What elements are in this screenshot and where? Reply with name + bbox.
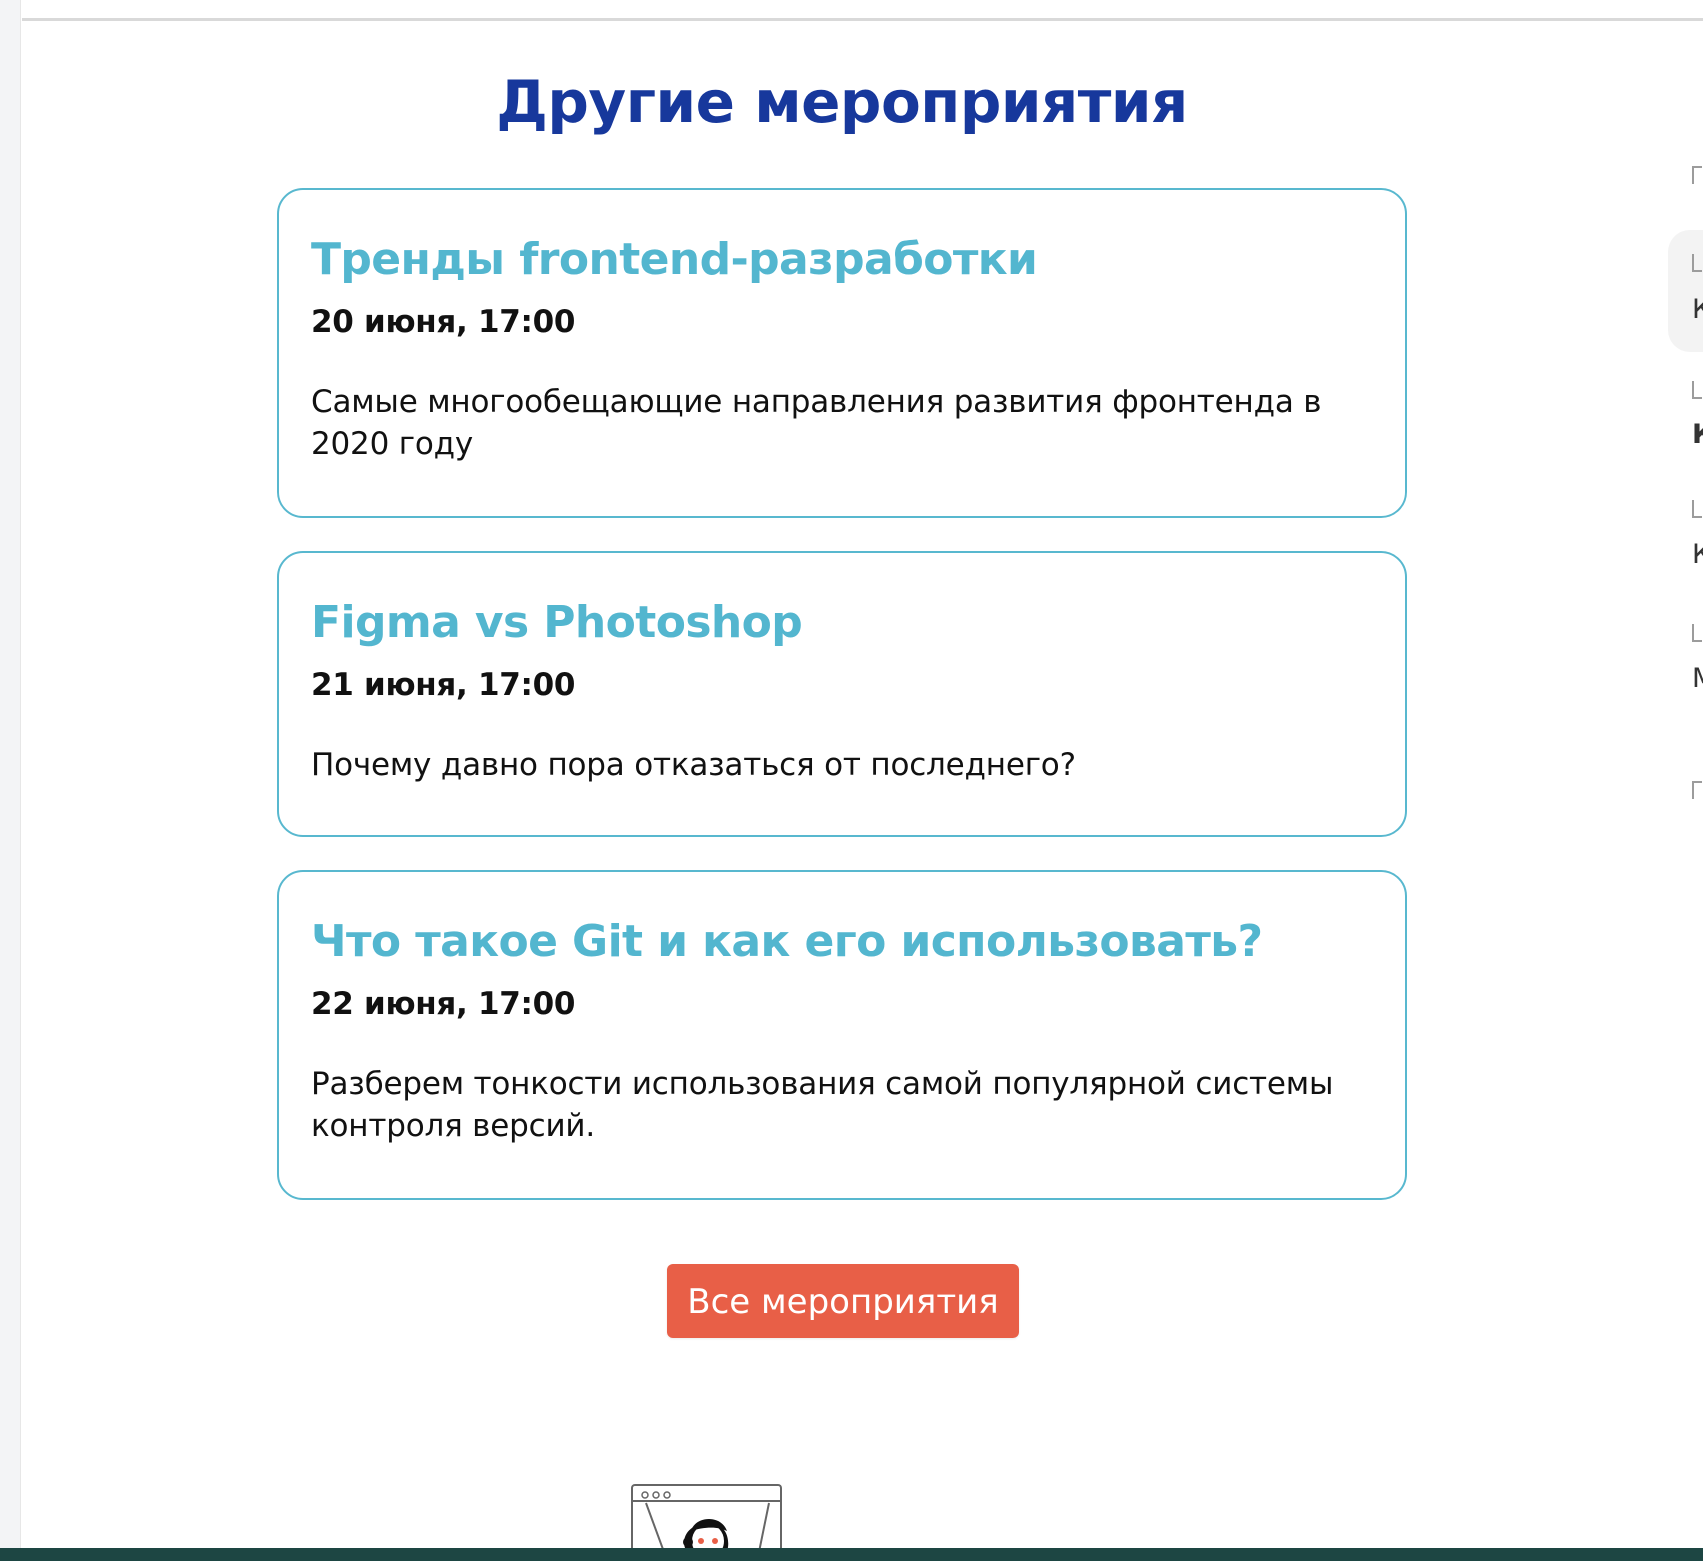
sidebar-active-item[interactable] [1668,230,1703,352]
event-title[interactable]: Что такое Git и как его использовать? [311,916,1373,968]
event-card[interactable]: Тренды frontend-разработки 20 июня, 17:0… [277,188,1407,518]
page-viewport: Другие мероприятия Тренды frontend-разра… [0,0,1703,1561]
sidebar-tree-icon [1692,624,1702,642]
sidebar-item-fragment[interactable]: К [1692,420,1703,450]
footer-bar [0,1548,1703,1561]
sidebar-tree-icon [1692,254,1702,272]
sidebar-item-fragment[interactable]: М [1692,664,1703,694]
event-description: Самые многообещающие направления развити… [311,383,1322,462]
section-title: Другие мероприятия [496,68,1188,136]
event-card[interactable]: Figma vs Photoshop 21 июня, 17:00 Почему… [277,551,1407,837]
event-date: 21 июня, 17:00 [311,666,576,703]
browser-window-illustration [631,1484,782,1550]
all-events-button[interactable]: Все мероприятия [667,1264,1019,1338]
event-date: 22 июня, 17:00 [311,985,576,1022]
sidebar-bracket-icon [1692,166,1702,184]
event-description: Почему давно пора отказаться от последне… [311,746,1076,783]
top-divider [22,18,1703,21]
sidebar-tree-icon [1692,381,1702,399]
event-title[interactable]: Тренды frontend-разработки [311,234,1373,286]
event-card[interactable]: Что такое Git и как его использовать? 22… [277,870,1407,1200]
right-sidebar-partial: К К К М [1668,150,1703,800]
event-description: Разберем тонкости использования самой по… [311,1065,1334,1144]
sidebar-bracket-icon [1692,781,1702,799]
left-page-gutter [0,0,21,1561]
event-title[interactable]: Figma vs Photoshop [311,597,1373,649]
sidebar-tree-icon [1692,500,1702,518]
sidebar-item-fragment[interactable]: К [1692,540,1703,570]
event-date: 20 июня, 17:00 [311,303,576,340]
sidebar-item-fragment[interactable]: К [1692,295,1703,325]
person-with-browser-icon [633,1491,780,1550]
